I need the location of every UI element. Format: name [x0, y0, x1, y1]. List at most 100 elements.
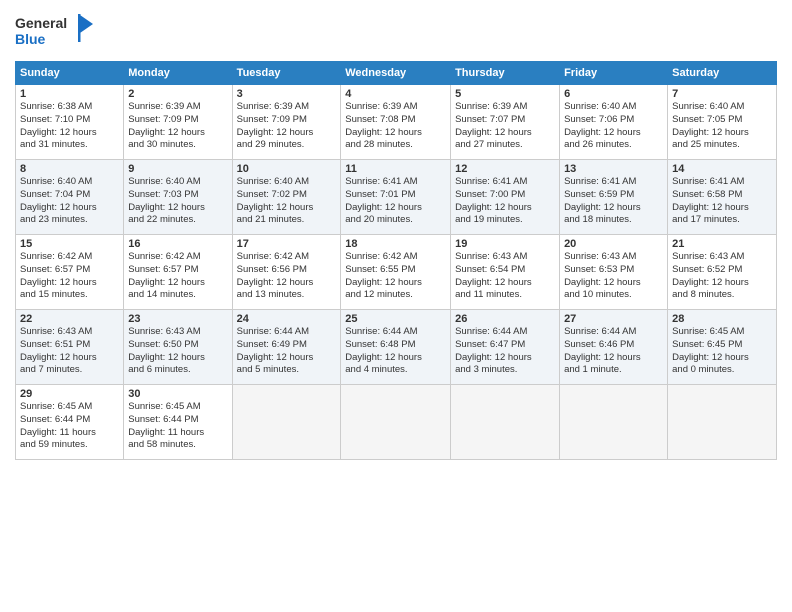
- day-info: Sunrise: 6:41 AM Sunset: 6:58 PM Dayligh…: [672, 176, 772, 227]
- calendar-cell: 13Sunrise: 6:41 AM Sunset: 6:59 PM Dayli…: [560, 160, 668, 235]
- calendar-cell: 23Sunrise: 6:43 AM Sunset: 6:50 PM Dayli…: [124, 310, 232, 385]
- calendar-week-row: 15Sunrise: 6:42 AM Sunset: 6:57 PM Dayli…: [16, 235, 777, 310]
- calendar-cell: 27Sunrise: 6:44 AM Sunset: 6:46 PM Dayli…: [560, 310, 668, 385]
- calendar-cell: 14Sunrise: 6:41 AM Sunset: 6:58 PM Dayli…: [668, 160, 777, 235]
- day-info: Sunrise: 6:39 AM Sunset: 7:09 PM Dayligh…: [128, 101, 227, 152]
- day-info: Sunrise: 6:41 AM Sunset: 6:59 PM Dayligh…: [564, 176, 663, 227]
- weekday-header-saturday: Saturday: [668, 62, 777, 85]
- weekday-header-thursday: Thursday: [451, 62, 560, 85]
- header-row: General Blue: [15, 10, 777, 55]
- day-number: 20: [564, 238, 663, 250]
- day-info: Sunrise: 6:44 AM Sunset: 6:48 PM Dayligh…: [345, 326, 446, 377]
- calendar-cell: [668, 385, 777, 460]
- calendar-cell: [451, 385, 560, 460]
- calendar-cell: 17Sunrise: 6:42 AM Sunset: 6:56 PM Dayli…: [232, 235, 341, 310]
- day-number: 27: [564, 313, 663, 325]
- weekday-header-monday: Monday: [124, 62, 232, 85]
- calendar-cell: 20Sunrise: 6:43 AM Sunset: 6:53 PM Dayli…: [560, 235, 668, 310]
- calendar-cell: 12Sunrise: 6:41 AM Sunset: 7:00 PM Dayli…: [451, 160, 560, 235]
- day-number: 4: [345, 88, 446, 100]
- day-info: Sunrise: 6:40 AM Sunset: 7:06 PM Dayligh…: [564, 101, 663, 152]
- day-number: 14: [672, 163, 772, 175]
- day-info: Sunrise: 6:42 AM Sunset: 6:57 PM Dayligh…: [128, 251, 227, 302]
- calendar-header: SundayMondayTuesdayWednesdayThursdayFrid…: [16, 62, 777, 85]
- calendar-cell: 18Sunrise: 6:42 AM Sunset: 6:55 PM Dayli…: [341, 235, 451, 310]
- day-info: Sunrise: 6:45 AM Sunset: 6:45 PM Dayligh…: [672, 326, 772, 377]
- day-info: Sunrise: 6:41 AM Sunset: 7:01 PM Dayligh…: [345, 176, 446, 227]
- day-info: Sunrise: 6:40 AM Sunset: 7:02 PM Dayligh…: [237, 176, 337, 227]
- calendar-cell: 2Sunrise: 6:39 AM Sunset: 7:09 PM Daylig…: [124, 85, 232, 160]
- day-number: 19: [455, 238, 555, 250]
- logo-area: General Blue: [15, 10, 95, 55]
- calendar-cell: 5Sunrise: 6:39 AM Sunset: 7:07 PM Daylig…: [451, 85, 560, 160]
- day-number: 16: [128, 238, 227, 250]
- day-info: Sunrise: 6:41 AM Sunset: 7:00 PM Dayligh…: [455, 176, 555, 227]
- calendar-cell: 7Sunrise: 6:40 AM Sunset: 7:05 PM Daylig…: [668, 85, 777, 160]
- day-number: 18: [345, 238, 446, 250]
- weekday-header-wednesday: Wednesday: [341, 62, 451, 85]
- day-info: Sunrise: 6:44 AM Sunset: 6:46 PM Dayligh…: [564, 326, 663, 377]
- calendar-cell: 24Sunrise: 6:44 AM Sunset: 6:49 PM Dayli…: [232, 310, 341, 385]
- calendar-cell: 11Sunrise: 6:41 AM Sunset: 7:01 PM Dayli…: [341, 160, 451, 235]
- day-number: 13: [564, 163, 663, 175]
- calendar-cell: 29Sunrise: 6:45 AM Sunset: 6:44 PM Dayli…: [16, 385, 124, 460]
- day-number: 6: [564, 88, 663, 100]
- calendar-cell: [341, 385, 451, 460]
- calendar-week-row: 8Sunrise: 6:40 AM Sunset: 7:04 PM Daylig…: [16, 160, 777, 235]
- day-info: Sunrise: 6:43 AM Sunset: 6:50 PM Dayligh…: [128, 326, 227, 377]
- day-number: 10: [237, 163, 337, 175]
- day-number: 17: [237, 238, 337, 250]
- day-info: Sunrise: 6:39 AM Sunset: 7:07 PM Dayligh…: [455, 101, 555, 152]
- calendar-cell: 8Sunrise: 6:40 AM Sunset: 7:04 PM Daylig…: [16, 160, 124, 235]
- day-number: 9: [128, 163, 227, 175]
- day-number: 3: [237, 88, 337, 100]
- day-number: 29: [20, 388, 119, 400]
- calendar-cell: 25Sunrise: 6:44 AM Sunset: 6:48 PM Dayli…: [341, 310, 451, 385]
- day-info: Sunrise: 6:43 AM Sunset: 6:53 PM Dayligh…: [564, 251, 663, 302]
- day-number: 23: [128, 313, 227, 325]
- calendar-cell: 9Sunrise: 6:40 AM Sunset: 7:03 PM Daylig…: [124, 160, 232, 235]
- day-info: Sunrise: 6:45 AM Sunset: 6:44 PM Dayligh…: [128, 401, 227, 452]
- calendar-body: 1Sunrise: 6:38 AM Sunset: 7:10 PM Daylig…: [16, 85, 777, 460]
- page: General Blue SundayMondayTuesdayWednesda…: [0, 0, 792, 470]
- calendar-cell: 15Sunrise: 6:42 AM Sunset: 6:57 PM Dayli…: [16, 235, 124, 310]
- day-number: 8: [20, 163, 119, 175]
- day-info: Sunrise: 6:39 AM Sunset: 7:09 PM Dayligh…: [237, 101, 337, 152]
- calendar-cell: 16Sunrise: 6:42 AM Sunset: 6:57 PM Dayli…: [124, 235, 232, 310]
- svg-text:Blue: Blue: [15, 31, 46, 47]
- day-info: Sunrise: 6:43 AM Sunset: 6:54 PM Dayligh…: [455, 251, 555, 302]
- day-number: 22: [20, 313, 119, 325]
- calendar-cell: 22Sunrise: 6:43 AM Sunset: 6:51 PM Dayli…: [16, 310, 124, 385]
- calendar-cell: 21Sunrise: 6:43 AM Sunset: 6:52 PM Dayli…: [668, 235, 777, 310]
- day-number: 12: [455, 163, 555, 175]
- day-number: 11: [345, 163, 446, 175]
- day-info: Sunrise: 6:45 AM Sunset: 6:44 PM Dayligh…: [20, 401, 119, 452]
- calendar-cell: 6Sunrise: 6:40 AM Sunset: 7:06 PM Daylig…: [560, 85, 668, 160]
- calendar-cell: 1Sunrise: 6:38 AM Sunset: 7:10 PM Daylig…: [16, 85, 124, 160]
- weekday-header-row: SundayMondayTuesdayWednesdayThursdayFrid…: [16, 62, 777, 85]
- calendar-cell: 26Sunrise: 6:44 AM Sunset: 6:47 PM Dayli…: [451, 310, 560, 385]
- calendar-cell: 19Sunrise: 6:43 AM Sunset: 6:54 PM Dayli…: [451, 235, 560, 310]
- weekday-header-sunday: Sunday: [16, 62, 124, 85]
- day-info: Sunrise: 6:39 AM Sunset: 7:08 PM Dayligh…: [345, 101, 446, 152]
- calendar-week-row: 29Sunrise: 6:45 AM Sunset: 6:44 PM Dayli…: [16, 385, 777, 460]
- calendar-cell: 28Sunrise: 6:45 AM Sunset: 6:45 PM Dayli…: [668, 310, 777, 385]
- day-number: 21: [672, 238, 772, 250]
- day-info: Sunrise: 6:44 AM Sunset: 6:47 PM Dayligh…: [455, 326, 555, 377]
- day-number: 5: [455, 88, 555, 100]
- day-number: 24: [237, 313, 337, 325]
- day-number: 2: [128, 88, 227, 100]
- day-number: 28: [672, 313, 772, 325]
- logo: General Blue: [15, 10, 95, 55]
- day-number: 1: [20, 88, 119, 100]
- day-number: 15: [20, 238, 119, 250]
- logo-svg: General Blue: [15, 10, 95, 50]
- calendar-table: SundayMondayTuesdayWednesdayThursdayFrid…: [15, 61, 777, 460]
- day-info: Sunrise: 6:43 AM Sunset: 6:51 PM Dayligh…: [20, 326, 119, 377]
- day-number: 26: [455, 313, 555, 325]
- day-info: Sunrise: 6:42 AM Sunset: 6:57 PM Dayligh…: [20, 251, 119, 302]
- calendar-cell: 10Sunrise: 6:40 AM Sunset: 7:02 PM Dayli…: [232, 160, 341, 235]
- day-number: 30: [128, 388, 227, 400]
- day-number: 7: [672, 88, 772, 100]
- day-info: Sunrise: 6:40 AM Sunset: 7:04 PM Dayligh…: [20, 176, 119, 227]
